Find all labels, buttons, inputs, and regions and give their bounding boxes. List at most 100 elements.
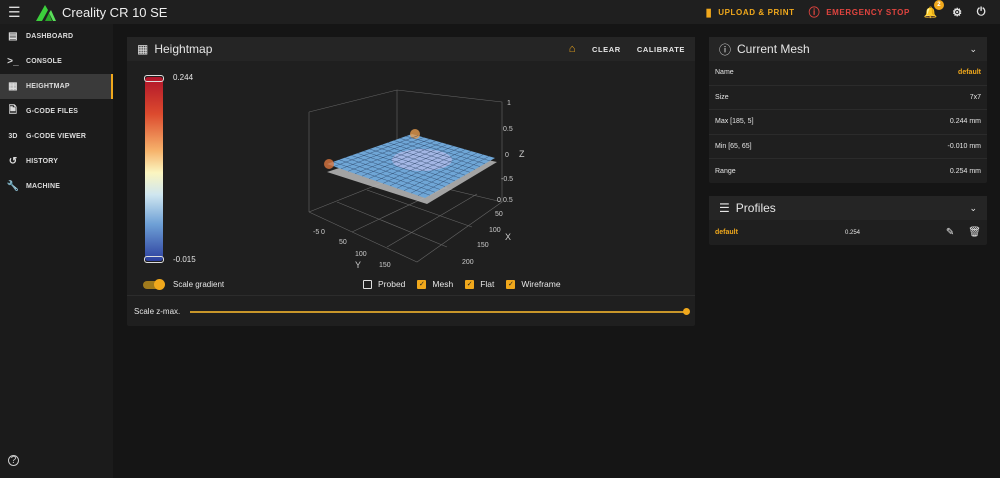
card-title: Heightmap <box>154 42 213 56</box>
sidebar-item-gcode-files[interactable]: 🗎 G-CODE FILES <box>0 99 113 124</box>
checkbox-box[interactable]: ✓ <box>465 279 475 289</box>
estop-label: EMERGENCY STOP <box>826 7 910 17</box>
home-button[interactable]: ⌂ <box>569 43 576 55</box>
x-tick: 0 <box>497 197 501 204</box>
app-title: Creality CR 10 SE <box>62 4 168 20</box>
upload-label: UPLOAD & PRINT <box>718 7 795 17</box>
y-tick: 0 <box>321 229 325 236</box>
top-bar: ☰ Creality CR 10 SE ▮ UPLOAD & PRINT ⓘ EME… <box>0 0 1000 24</box>
sidebar-item-gcode-viewer[interactable]: 3D G-CODE VIEWER <box>0 124 113 149</box>
row-key: Range <box>715 167 736 175</box>
mesh-row-range: Range 0.254 mm <box>709 159 987 184</box>
upload-print-button[interactable]: ▮ UPLOAD & PRINT <box>706 6 795 19</box>
heightmap-3d-plot[interactable]: 1 0.5 0 Z -0.5 0 0.5 50 100 X 150 200 -5… <box>297 82 527 272</box>
x-tick: 150 <box>477 242 489 249</box>
z-tick: 0 <box>505 152 509 159</box>
profile-value: 0.254 <box>845 229 861 236</box>
calibrate-button[interactable]: CALIBRATE <box>637 45 685 54</box>
grid-icon: ▦ <box>137 42 149 56</box>
sidebar-item-machine[interactable]: 🔧 MACHINE <box>0 174 113 199</box>
file-upload-icon: ▮ <box>705 6 713 19</box>
nav-label: G-CODE VIEWER <box>26 133 87 140</box>
probed-checkbox[interactable]: Probed <box>363 279 405 289</box>
heightmap-card: ▦ Heightmap ⌂ CLEAR CALIBRATE 0.244 -0.015 … <box>127 37 695 326</box>
z-tick: 0.5 <box>503 126 513 133</box>
mesh-row-size: Size 7x7 <box>709 86 987 110</box>
row-value: 0.254 mm <box>949 167 981 175</box>
profile-row[interactable]: default 0.254 ✎ 🗑 <box>709 220 987 245</box>
x-tick: 100 <box>489 227 501 234</box>
checkbox-label: Mesh <box>432 279 454 289</box>
mesh-checkbox[interactable]: ✓ Mesh <box>417 279 453 289</box>
profile-name[interactable]: default <box>715 229 845 236</box>
row-value: 0.244 mm <box>949 118 981 126</box>
z-tick: 1 <box>507 100 511 107</box>
settings-icon[interactable]: ⚙ <box>952 6 962 19</box>
toggle-switch[interactable] <box>143 278 165 290</box>
checkbox-label: Wireframe <box>521 279 561 289</box>
row-key: Name <box>715 69 734 77</box>
help-icon[interactable]: ? <box>8 455 19 466</box>
y-tick: 100 <box>355 251 367 258</box>
wireframe-checkbox[interactable]: ✓ Wireframe <box>506 279 561 289</box>
sidebar-item-console[interactable]: >_ CONSOLE <box>0 49 113 74</box>
logo-icon <box>36 5 56 21</box>
notification-badge: 2 <box>934 0 945 10</box>
clear-button[interactable]: CLEAR <box>592 45 621 54</box>
color-gradient-bar <box>144 75 164 263</box>
current-mesh-card: ⓘ Current Mesh ⌄ Name default Size 7x7 Max [… <box>709 37 987 183</box>
row-value: default <box>958 69 981 77</box>
mesh-row-min: Min [65, 65] -0.010 mm <box>709 135 987 159</box>
x-label: X <box>505 232 511 242</box>
z-label: Z <box>519 149 525 159</box>
row-value: -0.010 mm <box>947 142 981 150</box>
3d-icon: 3D <box>8 133 18 140</box>
row-key: Max [185, 5] <box>715 118 754 126</box>
slider-thumb[interactable] <box>683 307 690 315</box>
toggle-label: Scale gradient <box>173 280 225 289</box>
z-tick: -0.5 <box>501 176 513 183</box>
y-tick: -5 <box>313 229 319 236</box>
emergency-stop-button[interactable]: ⓘ EMERGENCY STOP <box>809 4 910 20</box>
mesh-row-max: Max [185, 5] 0.244 mm <box>709 110 987 135</box>
grid-icon: ▦ <box>8 81 18 92</box>
sidebar-item-dashboard[interactable]: ▤ DASHBOARD <box>0 24 113 49</box>
x-tick: 50 <box>495 211 503 218</box>
power-icon[interactable]: ⏻ <box>977 6 986 19</box>
gradient-min: -0.015 <box>173 255 196 264</box>
slider-label: Scale z-max. <box>134 307 181 316</box>
scale-zmax-slider[interactable]: Scale z-max. <box>134 307 690 316</box>
card-title: Current Mesh <box>737 42 810 56</box>
menu-icon[interactable]: ☰ <box>8 4 22 21</box>
card-title: Profiles <box>735 201 776 215</box>
delete-icon[interactable]: 🗑 <box>968 227 981 238</box>
sidebar-item-history[interactable]: ↺ HISTORY <box>0 149 113 174</box>
monitor-icon: ▤ <box>8 31 18 42</box>
divider <box>127 295 695 296</box>
x-tick: 200 <box>462 259 474 266</box>
checkbox-box[interactable]: ✓ <box>417 279 427 289</box>
file-icon: 🗎 <box>8 105 18 116</box>
sidebar-item-heightmap[interactable]: ▦ HEIGHTMAP <box>0 74 113 99</box>
row-key: Size <box>715 93 729 101</box>
checkbox-box[interactable]: ✓ <box>506 279 516 289</box>
checkbox-label: Probed <box>378 279 406 289</box>
chevron-down-icon[interactable]: ⌄ <box>969 203 977 214</box>
slider-track[interactable] <box>190 307 690 315</box>
row-value: 7x7 <box>969 93 981 101</box>
gradient-max: 0.244 <box>173 73 194 82</box>
scale-gradient-toggle[interactable]: Scale gradient <box>143 278 225 290</box>
nav-label: MACHINE <box>26 183 61 190</box>
info-icon: ⓘ <box>719 42 732 57</box>
flat-checkbox[interactable]: ✓ Flat <box>465 279 494 289</box>
nav-label: CONSOLE <box>26 58 63 65</box>
notifications-button[interactable]: 🔔 2 <box>924 0 945 19</box>
mesh-peak <box>410 129 420 139</box>
checkbox-box[interactable] <box>363 279 372 289</box>
edit-icon[interactable]: ✎ <box>946 227 954 238</box>
chevron-down-icon[interactable]: ⌄ <box>969 44 977 55</box>
row-key: Min [65, 65] <box>715 142 752 150</box>
mesh-row-name: Name default <box>709 61 987 86</box>
y-tick: 50 <box>339 239 347 246</box>
nav-label: DASHBOARD <box>26 33 74 40</box>
